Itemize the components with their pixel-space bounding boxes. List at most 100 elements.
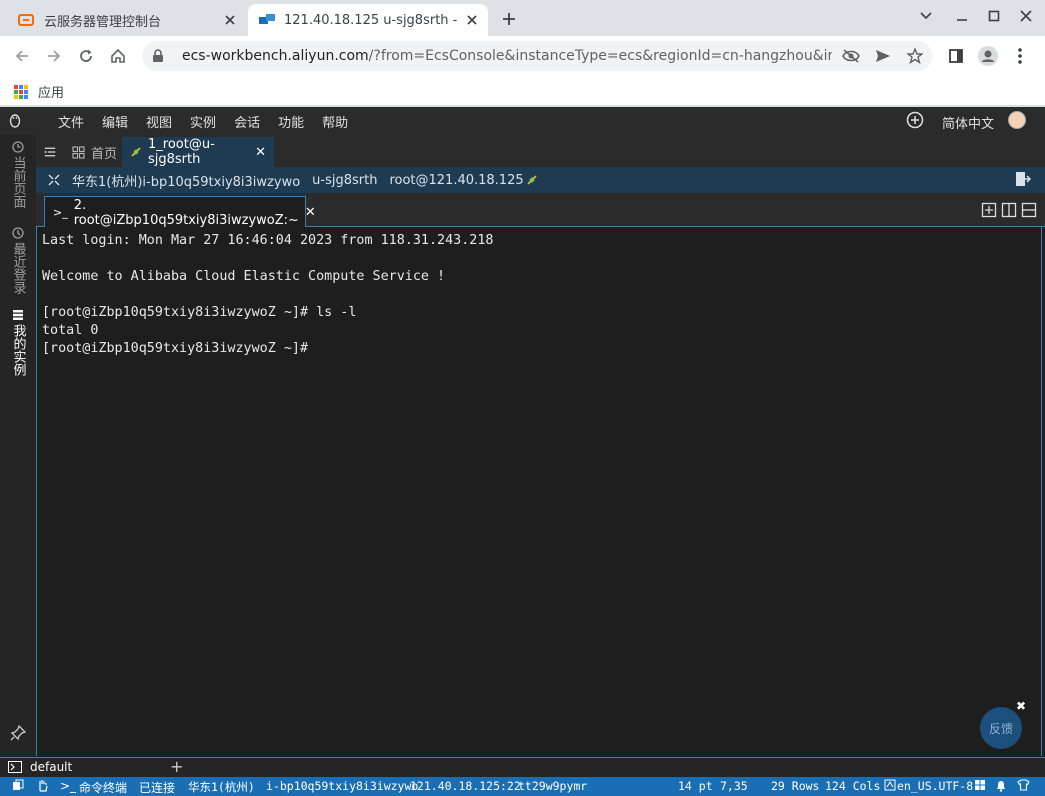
linux-penguin-icon bbox=[8, 112, 22, 128]
terminal-line: Welcome to Alibaba Cloud Elastic Compute… bbox=[42, 269, 446, 284]
menu-view[interactable]: 视图 bbox=[146, 112, 172, 131]
close-tab-icon[interactable] bbox=[464, 12, 480, 28]
browser-tab-title: 121.40.18.125 u-sjg8srth - E bbox=[284, 12, 460, 28]
shirt-icon[interactable] bbox=[1017, 779, 1030, 791]
profile-avatar-icon[interactable] bbox=[976, 44, 1000, 68]
rail-tab-label: 当前页面 bbox=[10, 156, 26, 208]
menu-edit[interactable]: 编辑 bbox=[102, 112, 128, 131]
tab-home[interactable]: 首页 bbox=[64, 137, 125, 167]
user-avatar[interactable] bbox=[1008, 111, 1026, 129]
split-vertical-icon[interactable] bbox=[1001, 202, 1017, 218]
workbench-menubar: 文件 编辑 视图 实例 会话 功能 帮助 简体中文 bbox=[0, 107, 1045, 135]
back-arrow-icon[interactable] bbox=[10, 44, 34, 68]
close-window-icon[interactable] bbox=[1015, 6, 1037, 26]
split-horizontal-icon[interactable] bbox=[1021, 202, 1037, 218]
status-encoding[interactable]: en_US.UTF-8 bbox=[897, 779, 973, 793]
browser-tab-console[interactable]: 云服务器管理控制台 bbox=[8, 4, 246, 36]
session-name[interactable]: default bbox=[30, 760, 72, 774]
terminal-line: [root@iZbp10q59txiy8i3iwzywoZ ~]# bbox=[42, 341, 309, 356]
close-session-tab-icon[interactable]: ✕ bbox=[255, 145, 266, 160]
session-bar: default + bbox=[0, 757, 1045, 777]
bookmark-star-icon[interactable] bbox=[904, 45, 926, 67]
aliyun-logo-icon bbox=[18, 12, 34, 28]
instance-info-bar: 华东1(杭州)i-bp10q59txiy8i3iwzywo u-sjg8srth… bbox=[36, 167, 1045, 193]
server-list-icon bbox=[12, 309, 24, 321]
lock-icon[interactable] bbox=[152, 49, 170, 63]
address-bar[interactable]: ecs-workbench.aliyun.com/?from=EcsConsol… bbox=[142, 41, 932, 71]
menu-help[interactable]: 帮助 bbox=[322, 112, 348, 131]
layout-grid-icon[interactable] bbox=[974, 779, 986, 791]
instance-region-id: 华东1(杭州)i-bp10q59txiy8i3iwzywo bbox=[72, 174, 301, 190]
browser-tab-workbench[interactable]: 121.40.18.125 u-sjg8srth - E bbox=[248, 4, 488, 36]
new-tab-button[interactable] bbox=[498, 8, 520, 30]
close-terminal-tab-icon[interactable]: ✕ bbox=[305, 205, 316, 220]
side-panel-icon[interactable] bbox=[944, 44, 968, 68]
terminal-line: [root@iZbp10q59txiy8i3iwzywoZ ~]# ls -l bbox=[42, 305, 357, 320]
add-circle-icon[interactable] bbox=[906, 111, 924, 129]
url-text[interactable]: ecs-workbench.aliyun.com/?from=EcsConsol… bbox=[182, 48, 832, 64]
terminal-line: ​ bbox=[42, 286, 1041, 304]
status-rows: 29 Rows bbox=[771, 779, 820, 793]
send-icon[interactable] bbox=[872, 45, 894, 67]
tab-session-label: 1_root@u-sjg8srth bbox=[148, 137, 215, 167]
history-icon bbox=[12, 227, 24, 239]
maximize-window-icon[interactable] bbox=[983, 6, 1005, 26]
hand-icon[interactable] bbox=[37, 779, 49, 792]
rail-tab-label: 我的实例 bbox=[10, 324, 26, 376]
rail-tab-current-page[interactable]: 当前页面 bbox=[6, 141, 30, 208]
new-pane-icon[interactable] bbox=[981, 202, 997, 218]
bell-icon[interactable] bbox=[995, 779, 1007, 792]
browser-menu-icon[interactable] bbox=[1008, 44, 1032, 68]
grid-icon bbox=[72, 145, 85, 159]
bookmarks-bar: 应用 bbox=[0, 76, 1045, 106]
close-feedback-icon[interactable]: ✖ bbox=[1016, 699, 1026, 713]
add-session-icon[interactable]: + bbox=[170, 757, 183, 776]
tab-session[interactable]: 1_root@u-sjg8srth ✕ bbox=[122, 137, 274, 167]
pin-icon[interactable] bbox=[10, 725, 26, 741]
copy-icon[interactable] bbox=[12, 779, 24, 791]
close-tab-icon[interactable] bbox=[222, 12, 238, 28]
menu-features[interactable]: 功能 bbox=[278, 112, 304, 131]
tab-search-chevron-icon[interactable] bbox=[915, 6, 937, 26]
status-address: 121.40.18.125:22 bbox=[410, 779, 521, 793]
language-selector[interactable]: 简体中文 bbox=[942, 113, 994, 132]
feedback-button[interactable]: 反馈 bbox=[980, 707, 1022, 749]
status-cursor: 7,35 bbox=[720, 779, 748, 793]
menu-session[interactable]: 会话 bbox=[234, 112, 260, 131]
workbench-tab-icon bbox=[258, 12, 276, 28]
apps-bookmark[interactable]: 应用 bbox=[14, 82, 64, 101]
terminal-session-icon bbox=[8, 761, 22, 773]
rail-tab-my-instances[interactable]: 我的实例 bbox=[6, 309, 30, 376]
pane-controls bbox=[977, 202, 1037, 218]
reload-icon[interactable] bbox=[74, 44, 98, 68]
status-code: tt29w9pymr bbox=[518, 779, 588, 793]
browser-toolbar: ecs-workbench.aliyun.com/?from=EcsConsol… bbox=[0, 36, 1045, 76]
workbench: 文件 编辑 视图 实例 会话 功能 帮助 简体中文 当前页面 最近登录 我的实例 bbox=[0, 107, 1045, 796]
status-instance: i-bp10q59txiy8i3iwzywo bbox=[266, 779, 419, 793]
tab-home-label: 首页 bbox=[91, 146, 118, 162]
collapse-arrows-icon[interactable] bbox=[48, 174, 60, 186]
terminal-prompt-icon: >_ bbox=[53, 206, 68, 219]
rail-tab-recent-login[interactable]: 最近登录 bbox=[6, 227, 30, 294]
minimize-window-icon[interactable] bbox=[951, 6, 973, 26]
tab-list-icon[interactable] bbox=[36, 137, 64, 167]
clock-icon bbox=[12, 141, 24, 153]
connected-plug-icon bbox=[130, 146, 142, 158]
exit-session-icon[interactable] bbox=[1015, 171, 1031, 187]
rail-tab-label: 最近登录 bbox=[10, 242, 26, 294]
status-bar: >_ 命令终端 已连接 华东1(杭州) i-bp10q59txiy8i3iwzy… bbox=[0, 777, 1045, 796]
browser-tab-strip: 云服务器管理控制台 121.40.18.125 u-sjg8srth - E bbox=[0, 0, 1045, 36]
eye-off-icon[interactable] bbox=[840, 45, 862, 67]
home-icon[interactable] bbox=[106, 44, 130, 68]
status-region: 华东1(杭州) bbox=[188, 780, 255, 794]
url-path: /?from=EcsConsole&instanceType=ecs&regio… bbox=[368, 48, 832, 64]
forward-arrow-icon[interactable] bbox=[42, 44, 66, 68]
terminal-output[interactable]: Last login: Mon Mar 27 16:46:04 2023 fro… bbox=[36, 227, 1042, 756]
terminal-tab[interactable]: >_ 2. root@iZbp10q59txiy8i3iwzywoZ:~ ✕ bbox=[44, 196, 316, 228]
status-font-size[interactable]: 14 pt bbox=[678, 779, 713, 793]
menu-file[interactable]: 文件 bbox=[58, 112, 84, 131]
terminal-line: ​ bbox=[42, 250, 1041, 268]
status-connected: 已连接 bbox=[139, 781, 176, 795]
status-terminal[interactable]: 命令终端 bbox=[79, 779, 127, 796]
menu-instance[interactable]: 实例 bbox=[190, 112, 216, 131]
